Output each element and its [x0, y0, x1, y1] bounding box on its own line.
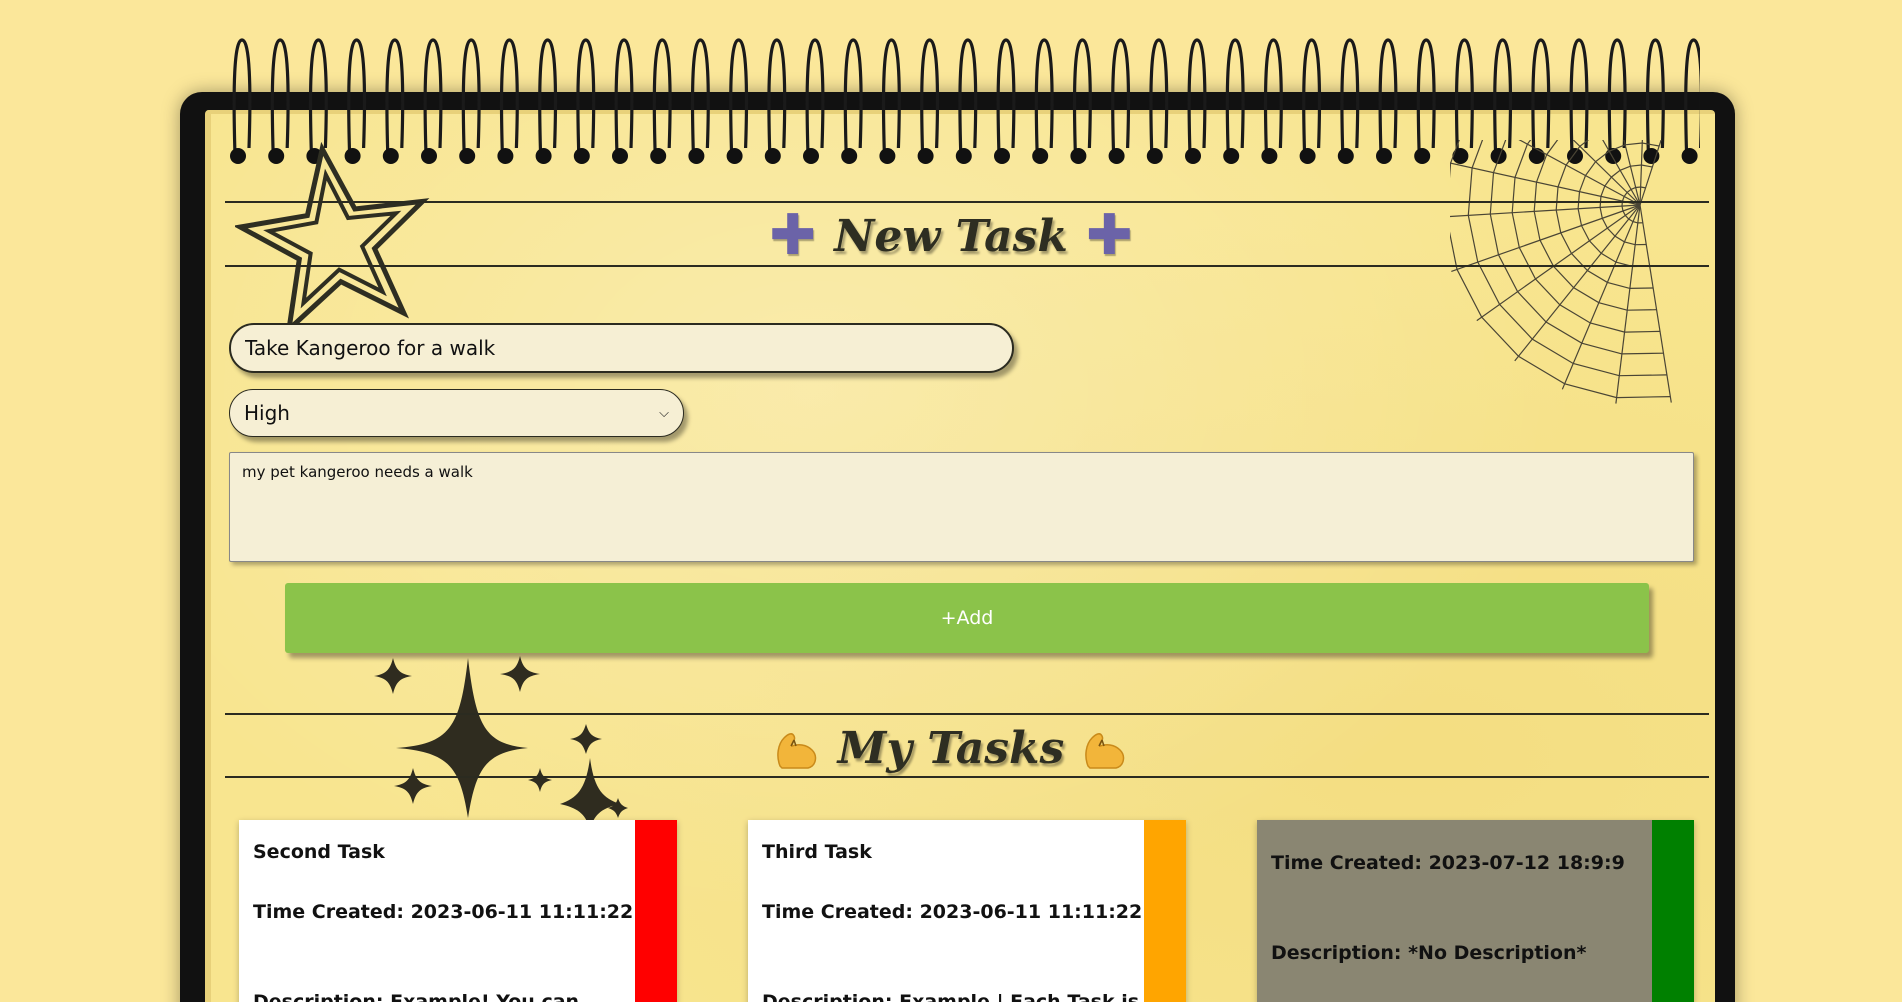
flexed-biceps-icon — [1085, 733, 1125, 769]
task-card-description: Description: Example | Each Task is — [762, 991, 1140, 1002]
description-textarea[interactable]: my pet kangeroo needs a walk — [229, 452, 1694, 562]
task-card-name: Third Task — [762, 841, 872, 863]
task-card[interactable]: Second Task Time Created: 2023-06-11 11:… — [239, 820, 677, 1002]
task-card-completed[interactable]: Time Created: 2023-07-12 18:9:9 Descript… — [1257, 820, 1694, 1002]
priority-stripe — [1144, 820, 1186, 1002]
task-card-time-created: Time Created: 2023-06-11 11:11:22 — [253, 901, 634, 923]
app-root: ✚ New Task ✚ High ⌵ my pet kangeroo need… — [0, 0, 1902, 1002]
priority-select-value: High — [244, 401, 290, 425]
tasks-rule-top — [225, 713, 1709, 715]
add-task-button[interactable]: +Add — [285, 583, 1649, 653]
task-card-name: Second Task — [253, 841, 385, 863]
task-card[interactable]: Third Task Time Created: 2023-06-11 11:1… — [748, 820, 1186, 1002]
priority-select[interactable]: High ⌵ — [229, 389, 684, 437]
task-card-time-created: Time Created: 2023-07-12 18:9:9 — [1271, 852, 1625, 874]
task-card-time-created: Time Created: 2023-06-11 11:11:22 — [762, 901, 1143, 923]
header-rule-bottom — [225, 265, 1709, 267]
task-card-description: Description: *No Description* — [1271, 942, 1587, 964]
new-task-title-text: New Task — [834, 210, 1068, 262]
my-tasks-title-text: My Tasks — [837, 722, 1065, 774]
plus-icon: ✚ — [769, 203, 817, 268]
task-card-description: Description: Example! You can — [253, 991, 580, 1002]
priority-stripe — [635, 820, 677, 1002]
priority-stripe — [1652, 820, 1694, 1002]
chevron-down-icon: ⌵ — [659, 405, 669, 421]
new-task-title: ✚ New Task ✚ — [0, 208, 1902, 264]
tasks-rule-bottom — [225, 776, 1709, 778]
plus-icon: ✚ — [1085, 203, 1133, 268]
add-task-button-label: +Add — [940, 607, 994, 629]
flexed-biceps-icon — [776, 733, 816, 769]
my-tasks-title: My Tasks — [0, 720, 1902, 776]
header-rule-top — [225, 201, 1709, 203]
task-name-input[interactable] — [229, 323, 1014, 373]
